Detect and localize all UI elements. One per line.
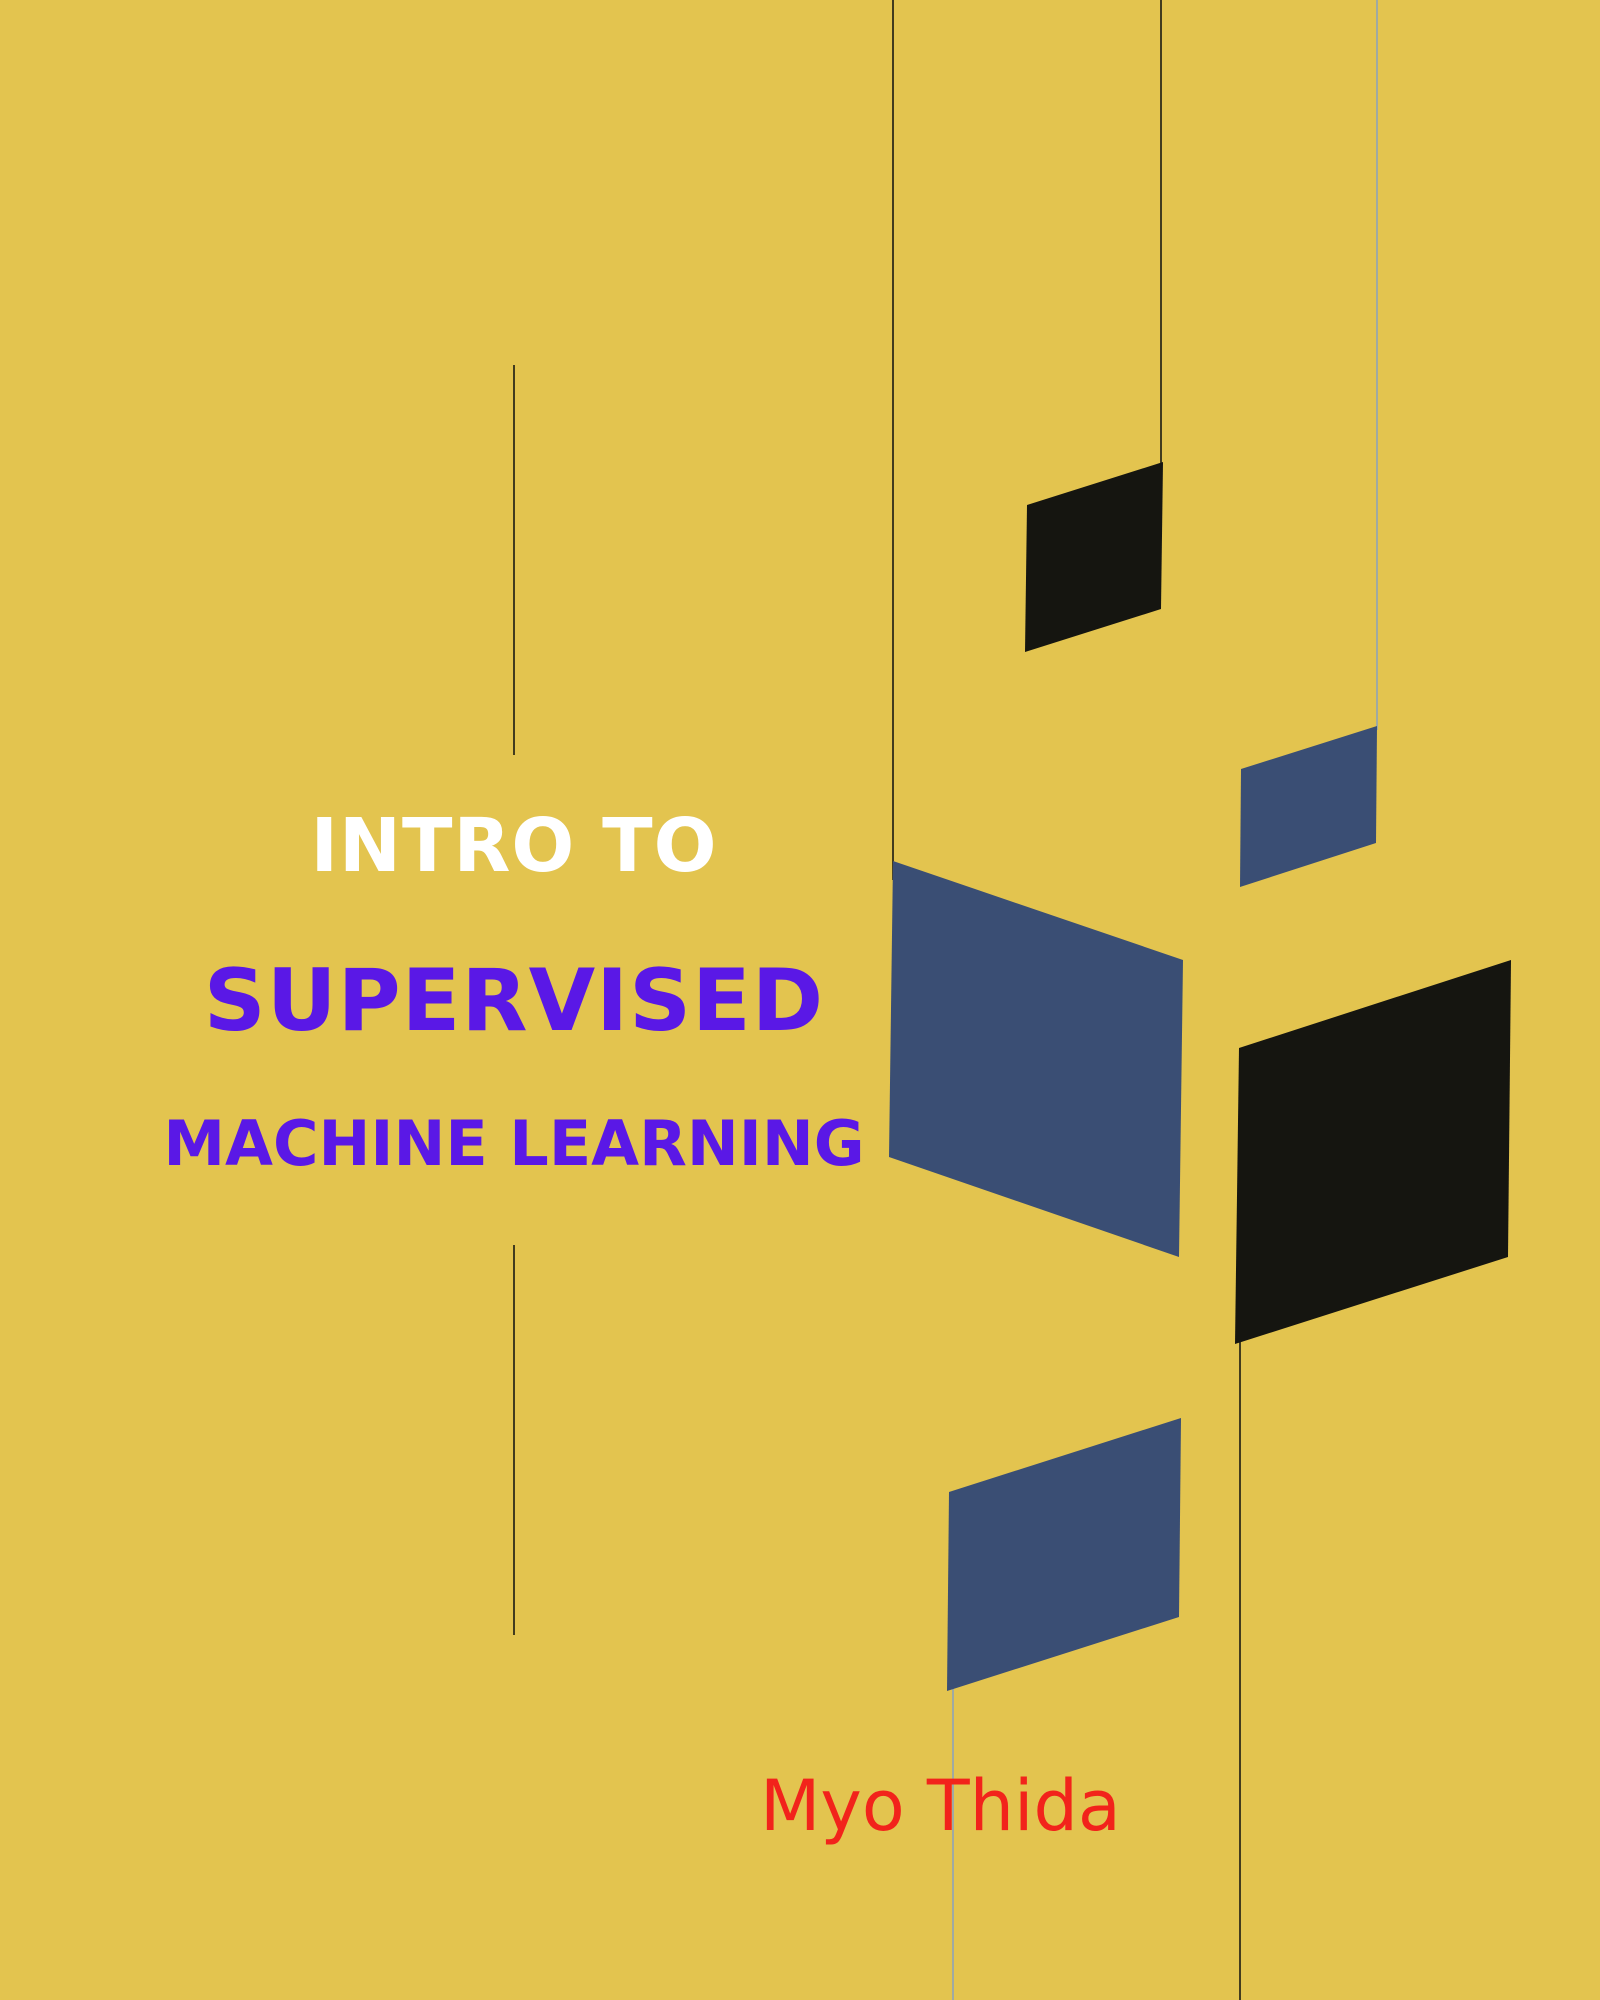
title-supervised: SUPERVISED [203, 951, 825, 1051]
title-machine-learning: MACHINE LEARNING [163, 1107, 865, 1180]
title-intro-to: INTRO TO [310, 803, 718, 889]
book-cover: INTRO TO SUPERVISED MACHINE LEARNING Myo… [0, 0, 1600, 2000]
author-name: Myo Thida [760, 1765, 1121, 1847]
